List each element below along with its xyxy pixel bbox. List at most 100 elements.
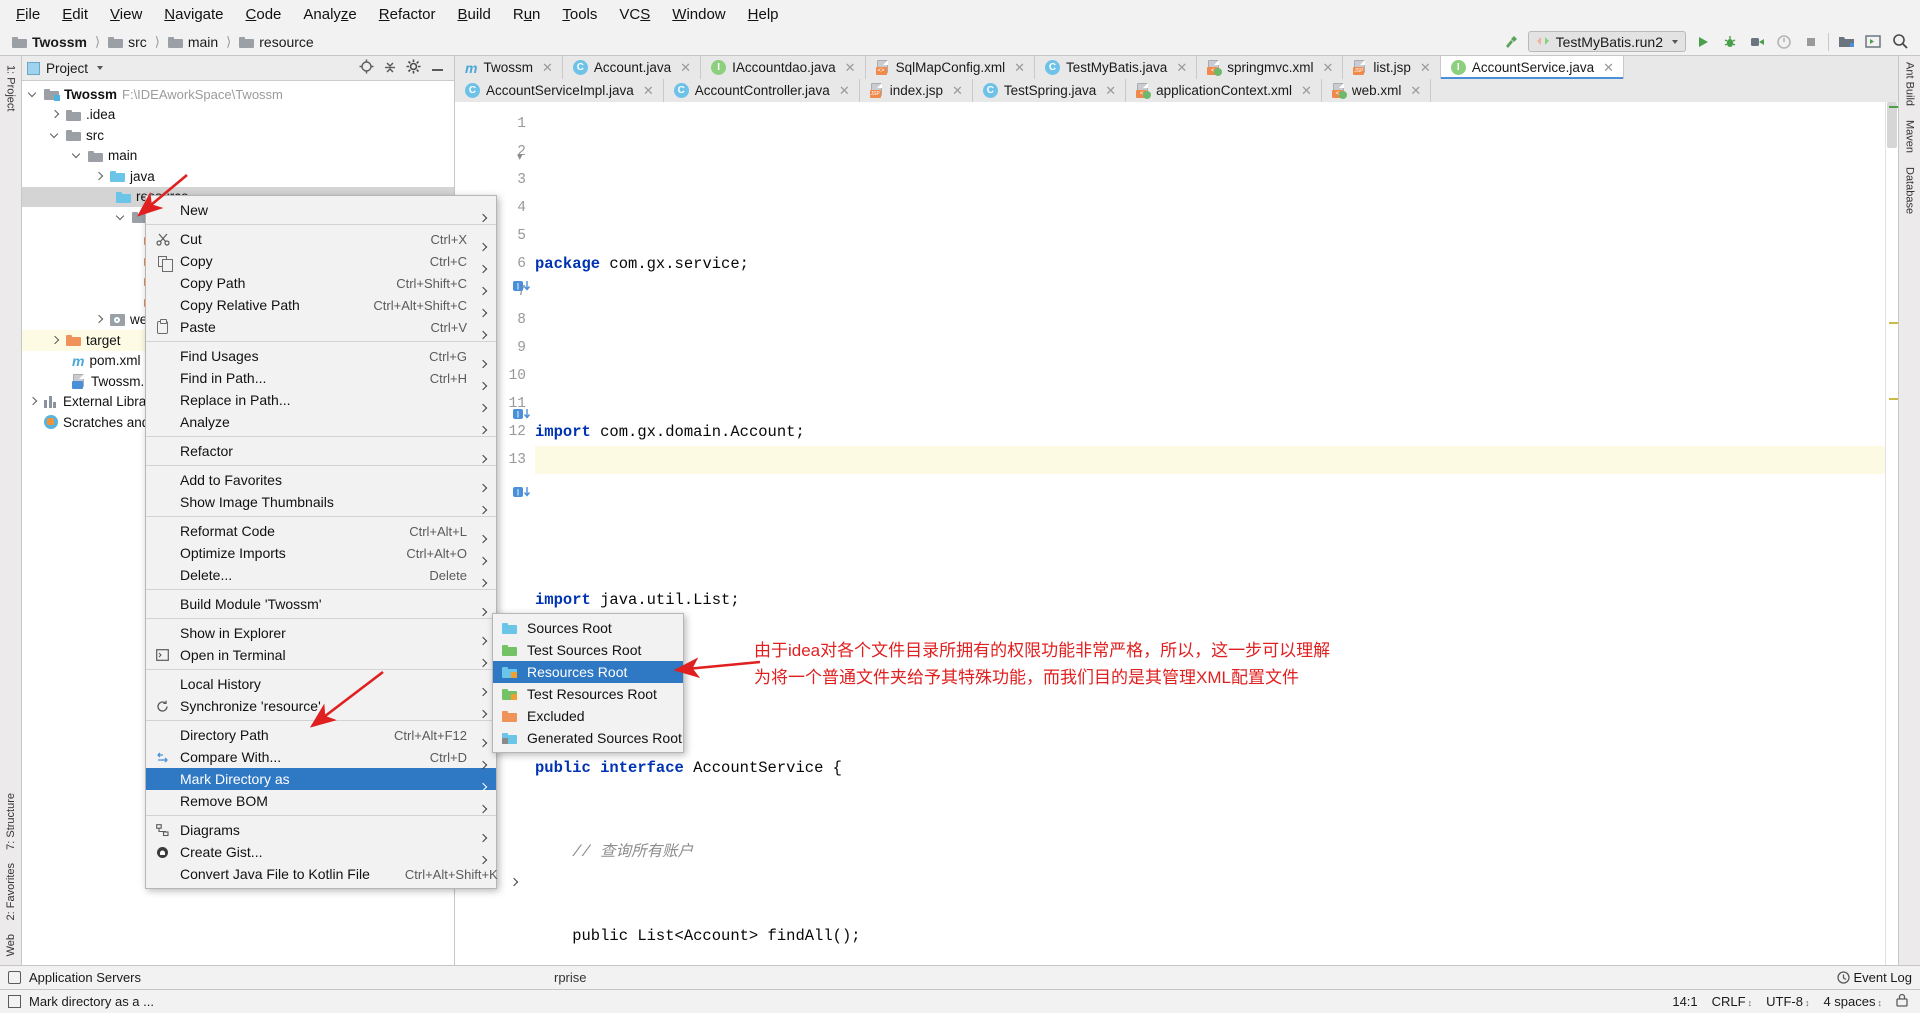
breadcrumb-item-project[interactable]: Twossm — [8, 32, 91, 52]
context-menu-item-replace-in-path[interactable]: Replace in Path... — [146, 389, 496, 411]
context-menu-item-reformat-code[interactable]: Reformat Code Ctrl+Alt+L — [146, 520, 496, 542]
close-icon[interactable]: ✕ — [839, 83, 850, 99]
collapse-all-icon[interactable] — [383, 60, 397, 77]
menu-item-run[interactable]: Run — [503, 3, 551, 26]
tab-accountcontroller-java[interactable]: C AccountController.java ✕ — [664, 79, 860, 102]
editor-scrollbar[interactable] — [1885, 102, 1898, 965]
implemented-method-icon[interactable]: I — [513, 484, 533, 503]
menu-item-code[interactable]: Code — [236, 3, 292, 26]
tab-testspring-java[interactable]: C TestSpring.java ✕ — [973, 79, 1126, 102]
chevron-right-icon[interactable] — [28, 396, 39, 407]
tree-node-idea[interactable]: .idea — [22, 105, 454, 126]
context-menu-item-create-gist[interactable]: Create Gist... — [146, 841, 496, 863]
close-icon[interactable]: ✕ — [845, 60, 856, 76]
context-menu-item-copy-path[interactable]: Copy Path Ctrl+Shift+C — [146, 272, 496, 294]
tab-accountservice-java[interactable]: I AccountService.java ✕ — [1441, 56, 1624, 79]
context-menu[interactable]: New Cut Ctrl+X Copy Ctrl+C Copy Path Ctr… — [145, 195, 497, 889]
code-content[interactable]: package com.gx.service; import com.gx.do… — [535, 102, 1885, 965]
submenu-item-resources-root[interactable]: Resources Root — [493, 661, 683, 683]
context-menu-item-synchronize[interactable]: Synchronize 'resource' — [146, 695, 496, 717]
menu-item-tools[interactable]: Tools — [552, 3, 607, 26]
menu-item-build[interactable]: Build — [447, 3, 500, 26]
implemented-method-icon[interactable]: I — [513, 278, 533, 297]
close-icon[interactable]: ✕ — [1176, 60, 1187, 76]
context-menu-item-refactor[interactable]: Refactor — [146, 440, 496, 462]
submenu-item-test-resources-root[interactable]: Test Resources Root — [493, 683, 683, 705]
breadcrumb-item-main[interactable]: main — [164, 32, 222, 52]
menu-item-view[interactable]: View — [100, 3, 152, 26]
close-icon[interactable]: ✕ — [1014, 60, 1025, 76]
tab-sqlmapconfig-xml[interactable]: <> SqlMapConfig.xml ✕ — [866, 56, 1035, 79]
menu-item-navigate[interactable]: Navigate — [154, 3, 233, 26]
run-configuration-selector[interactable]: TestMyBatis.run2 — [1528, 31, 1686, 52]
menu-item-vcs[interactable]: VCS — [609, 3, 660, 26]
context-menu-item-find-usages[interactable]: Find Usages Ctrl+G — [146, 345, 496, 367]
debug-icon[interactable] — [1720, 32, 1740, 52]
rail-button-database[interactable]: Database — [1904, 167, 1916, 214]
chevron-right-icon[interactable] — [50, 335, 61, 346]
close-icon[interactable]: ✕ — [1105, 83, 1116, 99]
rail-button-ant-build[interactable]: Ant Build — [1904, 62, 1916, 106]
inspection-stripe[interactable] — [1889, 398, 1898, 400]
close-icon[interactable]: ✕ — [1410, 83, 1421, 99]
event-log-button[interactable]: Event Log — [1837, 970, 1912, 985]
context-menu-item-mark-directory-as[interactable]: Mark Directory as — [146, 768, 496, 790]
tab-account-java[interactable]: C Account.java ✕ — [563, 56, 701, 79]
caret-position[interactable]: 14:1 — [1672, 994, 1697, 1009]
chevron-down-icon[interactable] — [50, 130, 61, 141]
context-menu-item-analyze[interactable]: Analyze — [146, 411, 496, 433]
tab-applicationcontext-xml[interactable]: < applicationContext.xml ✕ — [1126, 79, 1322, 102]
rail-button-web[interactable]: Web — [5, 929, 17, 961]
inspection-stripe[interactable] — [1889, 322, 1898, 324]
project-structure-icon[interactable] — [1836, 32, 1856, 52]
tab-web-xml[interactable]: < web.xml ✕ — [1322, 79, 1431, 102]
context-menu-item-compare-with[interactable]: Compare With... Ctrl+D — [146, 746, 496, 768]
tree-node-main[interactable]: main — [22, 146, 454, 167]
indent-setting[interactable]: 4 spaces↕ — [1823, 994, 1882, 1009]
rail-button-structure[interactable]: 7: Structure — [5, 788, 17, 855]
breadcrumb-item-resource[interactable]: resource — [235, 32, 317, 52]
tab-twossm[interactable]: m Twossm ✕ — [455, 56, 563, 79]
menu-item-refactor[interactable]: Refactor — [369, 3, 446, 26]
chevron-down-icon[interactable] — [97, 66, 103, 70]
menu-item-edit[interactable]: Edit — [52, 3, 98, 26]
chevron-down-icon[interactable] — [28, 89, 39, 100]
menu-item-help[interactable]: Help — [738, 3, 789, 26]
locate-icon[interactable] — [359, 59, 374, 77]
scrollbar-thumb[interactable] — [1887, 102, 1897, 148]
code-fold-icon[interactable]: ▾ — [517, 150, 523, 163]
submenu-item-sources-root[interactable]: Sources Root — [493, 617, 683, 639]
breadcrumb-item-src[interactable]: src — [104, 32, 151, 52]
context-menu-item-copy-relative-path[interactable]: Copy Relative Path Ctrl+Alt+Shift+C — [146, 294, 496, 316]
tab-iaccountdao-java[interactable]: I IAccountdao.java ✕ — [701, 56, 865, 79]
run-coverage-icon[interactable] — [1747, 32, 1767, 52]
rail-button-maven[interactable]: Maven — [1904, 120, 1916, 153]
settings-gear-icon[interactable] — [406, 59, 421, 77]
menu-item-window[interactable]: Window — [662, 3, 735, 26]
submenu-item-test-sources-root[interactable]: Test Sources Root — [493, 639, 683, 661]
implemented-method-icon[interactable]: I — [513, 406, 533, 425]
context-menu-item-diagrams[interactable]: Diagrams — [146, 819, 496, 841]
chevron-down-icon[interactable] — [72, 150, 83, 161]
line-separator[interactable]: CRLF↕ — [1712, 994, 1752, 1009]
close-icon[interactable]: ✕ — [542, 60, 553, 76]
chevron-down-icon[interactable] — [116, 212, 127, 223]
chevron-right-icon[interactable] — [94, 171, 105, 182]
hide-icon[interactable] — [430, 61, 445, 76]
lock-icon[interactable] — [1896, 993, 1908, 1010]
context-menu-item-show-in-explorer[interactable]: Show in Explorer — [146, 622, 496, 644]
context-menu-item-local-history[interactable]: Local History — [146, 673, 496, 695]
inspection-stripe[interactable] — [1889, 106, 1898, 108]
close-icon[interactable]: ✕ — [680, 60, 691, 76]
close-icon[interactable]: ✕ — [952, 83, 963, 99]
mark-directory-as-submenu[interactable]: Sources Root Test Sources Root Resources… — [492, 613, 684, 753]
close-icon[interactable]: ✕ — [1420, 60, 1431, 76]
build-hammer-icon[interactable] — [1501, 32, 1521, 52]
open-tool-window-icon[interactable] — [1863, 32, 1883, 52]
tab-index-jsp[interactable]: JSP index.jsp ✕ — [860, 79, 973, 102]
submenu-item-generated-sources-root[interactable]: Generated Sources Root — [493, 727, 683, 749]
bottom-bar-application-servers[interactable]: Application Servers — [29, 970, 141, 985]
file-encoding[interactable]: UTF-8↕ — [1766, 994, 1809, 1009]
submenu-item-excluded[interactable]: Excluded — [493, 705, 683, 727]
tab-list-jsp[interactable]: JSP list.jsp ✕ — [1343, 56, 1440, 79]
